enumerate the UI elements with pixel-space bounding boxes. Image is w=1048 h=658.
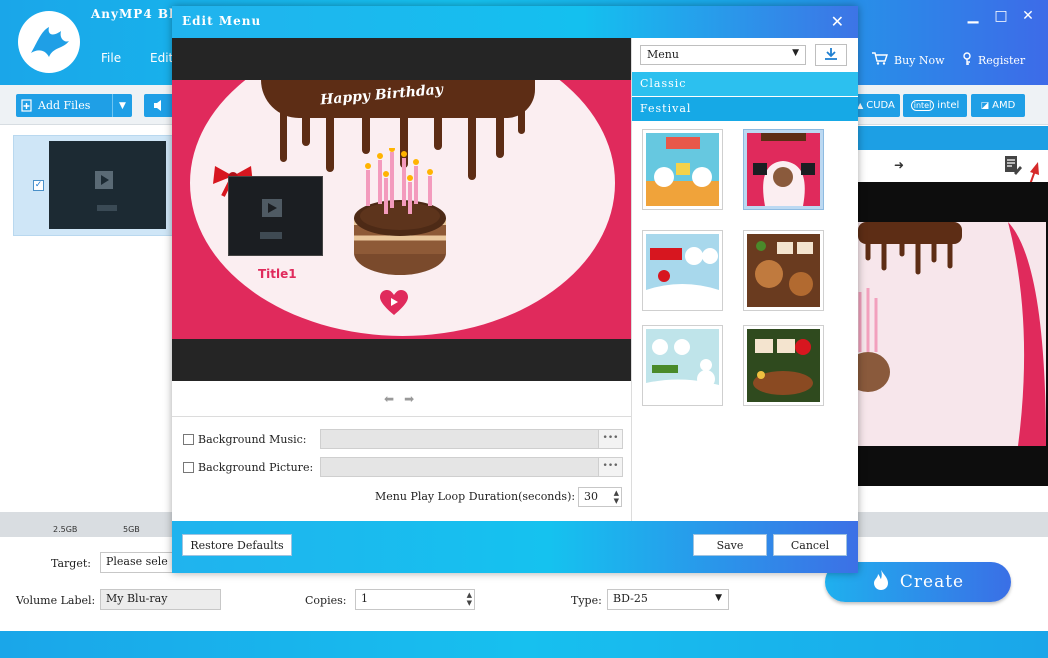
browse-picture-button[interactable]: ••• <box>598 458 622 476</box>
register-label: Register <box>978 54 1025 67</box>
background-picture-label: Background Picture: <box>198 461 313 474</box>
preview-menu-image <box>858 222 1046 446</box>
app-title: AnyMP4 Blu <box>91 7 184 21</box>
file-checkbox[interactable]: ✓ <box>33 180 44 191</box>
template-grid <box>632 121 858 521</box>
background-picture-option: Background Picture: <box>183 461 313 474</box>
save-button[interactable]: Save <box>693 534 767 556</box>
amd-badge: ◪AMD <box>971 94 1025 117</box>
background-music-label: Background Music: <box>198 433 306 446</box>
play-heart-icon[interactable] <box>380 290 408 319</box>
download-template-button[interactable] <box>815 44 847 66</box>
background-music-input[interactable]: ••• <box>320 429 623 449</box>
volume-label: Volume Label: <box>16 594 95 607</box>
category-classic[interactable]: Classic <box>632 72 858 96</box>
restore-defaults-button[interactable]: Restore Defaults <box>182 534 292 556</box>
template-snowman[interactable] <box>642 325 723 406</box>
options-divider <box>172 416 631 417</box>
category-festival[interactable]: Festival <box>632 97 858 121</box>
dialog-footer: Restore Defaults Save Cancel <box>172 521 858 573</box>
capacity-tick-label: 5GB <box>123 525 140 534</box>
preview-header <box>858 126 1048 150</box>
browse-music-button[interactable]: ••• <box>598 430 622 448</box>
forward-arrow-icon[interactable]: ➜ <box>894 158 904 172</box>
app-logo <box>18 11 80 73</box>
spin-arrows-icon[interactable]: ▲▼ <box>467 591 472 607</box>
add-files-dropdown[interactable]: ▼ <box>112 94 132 117</box>
file-thumbnail <box>49 141 166 229</box>
cuda-badge: ▲CUDA <box>852 94 900 117</box>
background-picture-checkbox[interactable] <box>183 462 194 473</box>
chevron-down-icon: ▼ <box>792 48 799 58</box>
add-files-button[interactable]: Add Files ▼ <box>16 94 132 117</box>
edit-menu-dialog: Edit Menu ✕ Happy Birthday Title1 <box>172 6 858 573</box>
cancel-button[interactable]: Cancel <box>773 534 847 556</box>
maximize-icon[interactable]: □ <box>991 6 1011 26</box>
volume-label-input[interactable]: My Blu-ray <box>100 589 221 610</box>
flame-icon <box>872 569 890 596</box>
target-label: Target: <box>51 557 91 570</box>
title-label[interactable]: Title1 <box>258 267 297 281</box>
menu-edit[interactable]: Edit <box>150 51 173 65</box>
download-icon <box>824 47 838 64</box>
background-music-checkbox[interactable] <box>183 434 194 445</box>
buy-now-link[interactable]: Buy Now <box>872 52 945 68</box>
template-merry-christmas[interactable] <box>642 230 723 311</box>
copies-label: Copies: <box>305 594 346 607</box>
dialog-titlebar: Edit Menu ✕ <box>172 6 858 38</box>
next-page-icon[interactable]: ➡ <box>404 392 414 406</box>
audio-button[interactable] <box>144 94 174 117</box>
status-strip <box>0 631 1048 658</box>
title-thumbnail[interactable] <box>228 176 323 256</box>
loop-duration-label: Menu Play Loop Duration(seconds): <box>375 490 575 503</box>
buy-now-label: Buy Now <box>894 54 945 67</box>
minimize-icon[interactable]: ▁ <box>963 6 983 26</box>
type-select[interactable]: BD-25 ▼ <box>607 589 729 610</box>
birthday-cake-image <box>350 148 450 281</box>
menu-file[interactable]: File <box>101 51 121 65</box>
loop-duration-stepper[interactable]: 30 ▲▼ <box>578 487 622 507</box>
spin-arrows-icon[interactable]: ▲▼ <box>614 489 619 505</box>
preview-tools: ➜ <box>858 150 1048 182</box>
close-icon[interactable]: ✕ <box>1018 6 1038 26</box>
menu-canvas: Happy Birthday Title1 <box>172 80 631 339</box>
menu-preview: Happy Birthday Title1 <box>172 38 631 381</box>
target-select[interactable]: Please sele <box>100 552 180 573</box>
add-file-icon <box>16 99 38 112</box>
dialog-title: Edit Menu <box>182 14 261 28</box>
template-christmas-dinner[interactable] <box>743 325 824 406</box>
chevron-down-icon: ▼ <box>715 593 722 603</box>
add-files-label: Add Files <box>38 99 90 112</box>
cart-icon <box>872 52 888 68</box>
copies-stepper[interactable]: 1 ▲▼ <box>355 589 475 610</box>
capacity-tick-label: 2.5GB <box>53 525 77 534</box>
template-gingerbread[interactable] <box>743 230 824 311</box>
key-icon <box>962 52 972 69</box>
register-link[interactable]: Register <box>962 52 1025 69</box>
previous-page-icon[interactable]: ⬅ <box>384 392 394 406</box>
menu-type-select[interactable]: Menu ▼ <box>640 45 806 65</box>
template-birthday-party[interactable] <box>642 129 723 210</box>
preview-nav: ⬅ ➡ <box>384 392 414 406</box>
intel-badge: intelintel <box>903 94 967 117</box>
create-label: Create <box>900 572 964 592</box>
template-happy-birthday[interactable] <box>743 129 824 210</box>
type-label: Type: <box>571 594 602 607</box>
background-music-option: Background Music: <box>183 433 306 446</box>
background-picture-input[interactable]: ••• <box>320 457 623 477</box>
dialog-close-icon[interactable]: ✕ <box>831 12 844 31</box>
file-list-item[interactable]: ✓ <box>13 135 173 236</box>
